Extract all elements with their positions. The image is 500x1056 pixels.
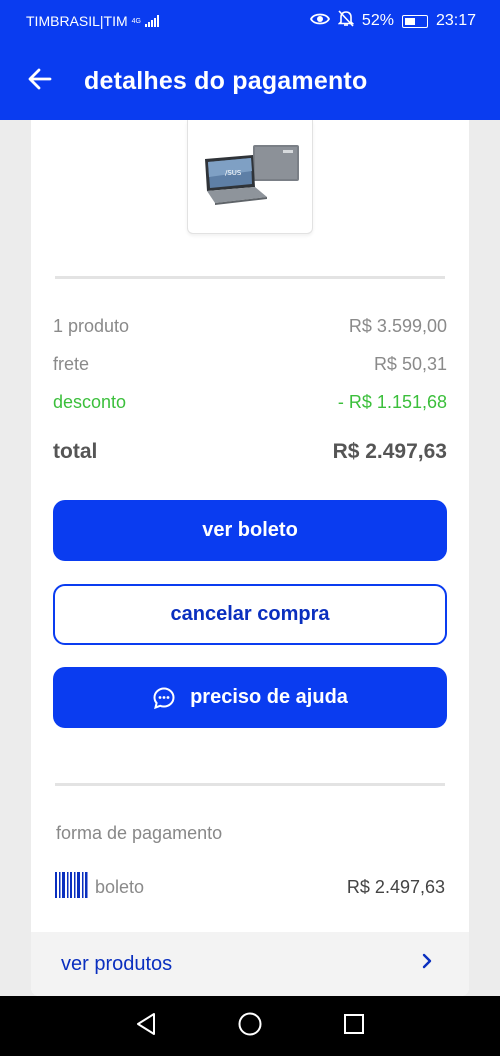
shipping-label: frete (53, 354, 90, 374)
view-products-link[interactable]: ver produtos (31, 932, 469, 996)
help-label: preciso de ajuda (190, 686, 348, 708)
circle-home-icon (237, 1011, 263, 1042)
eye-icon (309, 12, 330, 31)
view-products-label: ver produtos (61, 952, 173, 975)
page-title: detalhes do pagamento (84, 66, 368, 95)
discount-row: desconto - R$ 1.151,68 (53, 392, 447, 413)
payment-amount: R$ 2.497,63 (346, 877, 445, 897)
chat-bubble-icon (152, 686, 176, 710)
payment-method-label: boleto (95, 877, 145, 897)
status-bar: TIMBRASIL|TIM 4G 52% 23:17 (0, 0, 500, 42)
cancel-purchase-button[interactable]: cancelar compra (53, 584, 447, 645)
bell-muted-icon (337, 10, 355, 32)
nav-home-button[interactable] (234, 1010, 266, 1042)
nav-back-button[interactable] (130, 1010, 162, 1042)
triangle-back-icon (135, 1012, 157, 1041)
total-value: R$ 2.497,63 (332, 440, 447, 463)
chevron-right-icon (421, 952, 433, 976)
svg-text:/SUS: /SUS (225, 169, 242, 177)
product-thumbnail[interactable]: /SUS (187, 120, 313, 234)
app-bar: detalhes do pagamento (0, 42, 500, 120)
items-label: 1 produto (53, 316, 130, 336)
total-row: total R$ 2.497,63 (53, 440, 447, 464)
shipping-row: frete R$ 50,31 (53, 354, 447, 375)
cancel-purchase-label: cancelar compra (170, 603, 330, 625)
network-type: 4G (131, 17, 141, 25)
nav-recents-button[interactable] (338, 1010, 370, 1042)
shipping-value: R$ 50,31 (373, 354, 447, 374)
laptop-image: /SUS (197, 141, 303, 212)
payment-method-row: boleto R$ 2.497,63 (55, 872, 445, 903)
discount-label: desconto (53, 392, 127, 412)
arrow-left-icon (28, 68, 52, 95)
battery-percent: 52% (361, 12, 394, 29)
barcode-icon (55, 872, 89, 903)
payment-method: boleto (55, 872, 144, 903)
square-recents-icon (343, 1013, 365, 1040)
view-boleto-button[interactable]: ver boleto (53, 500, 447, 561)
status-left: TIMBRASIL|TIM 4G (26, 13, 159, 29)
status-right: 52% 23:17 (309, 10, 476, 32)
payment-details-card: /SUS 1 produto R$ 3.599,00 frete R$ 50,3… (31, 120, 469, 996)
carrier-label: TIMBRASIL|TIM (26, 13, 128, 29)
system-nav-bar (0, 996, 500, 1056)
discount-value: - R$ 1.151,68 (337, 392, 447, 412)
view-boleto-label: ver boleto (202, 519, 298, 541)
payment-section-label: forma de pagamento (56, 823, 223, 843)
total-label: total (53, 440, 98, 463)
divider (55, 783, 445, 786)
help-button[interactable]: preciso de ajuda (53, 667, 447, 728)
items-row: 1 produto R$ 3.599,00 (53, 316, 447, 337)
battery-icon (401, 14, 428, 28)
clock: 23:17 (435, 12, 476, 29)
divider (55, 276, 445, 279)
items-value: R$ 3.599,00 (348, 316, 447, 336)
back-button[interactable] (0, 42, 80, 120)
signal-icon (145, 15, 159, 27)
